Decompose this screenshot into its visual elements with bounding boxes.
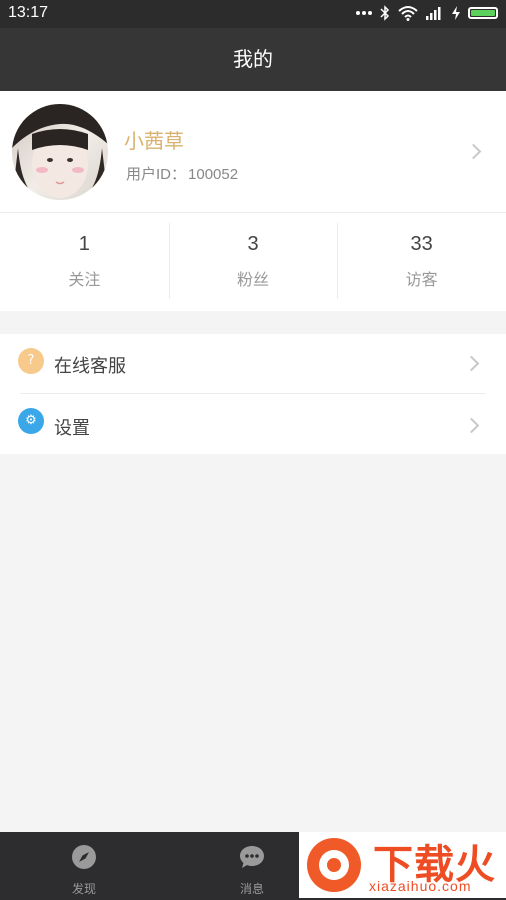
avatar[interactable]: [12, 104, 108, 200]
user-id: 用户ID： 100052: [124, 163, 238, 184]
stats-row: 1 关注 3 粉丝 33 访客: [0, 213, 506, 311]
stat-fans[interactable]: 3 粉丝: [168, 213, 338, 311]
stat-value: 33: [410, 233, 433, 255]
menu-item-customer-service[interactable]: ? 在线客服: [0, 334, 506, 394]
tab-discover[interactable]: 发现: [0, 832, 168, 900]
stat-value: 1: [78, 233, 90, 255]
gear-icon: ⚙: [18, 408, 44, 434]
menu-item-settings[interactable]: ⚙ 设置: [0, 394, 506, 454]
wifi-icon: [398, 6, 418, 21]
menu-list: ? 在线客服 ⚙ 设置: [0, 334, 506, 454]
menu-item-label: 设置: [54, 418, 90, 439]
chat-bubble-icon: [240, 846, 264, 868]
profile-card[interactable]: 小茜草 用户ID： 100052: [0, 91, 506, 213]
bluetooth-icon: [380, 5, 390, 21]
question-icon: ?: [18, 348, 44, 374]
compass-icon: [72, 845, 96, 869]
menu-item-label: 在线客服: [54, 356, 126, 377]
user-id-label: 用户ID：: [126, 166, 187, 183]
status-bar: 13:17: [0, 0, 506, 28]
status-icons: [356, 5, 498, 21]
signal-icon: [426, 7, 441, 20]
charging-icon: [452, 6, 460, 20]
stat-visitors[interactable]: 33 访客: [337, 213, 506, 311]
status-time: 13:17: [8, 4, 49, 21]
watermark-banner: 下载火 xiazaihuo.com: [299, 832, 506, 898]
stat-value: 3: [247, 233, 259, 255]
banner-subtitle: xiazaihuo.com: [369, 878, 472, 894]
tab-label: 发现: [71, 882, 96, 896]
stat-label: 访客: [405, 270, 438, 289]
flame-logo-icon: [307, 838, 361, 892]
stat-label: 关注: [68, 270, 101, 289]
avatar-image: [12, 104, 108, 200]
stat-following[interactable]: 1 关注: [0, 213, 169, 311]
user-id-value: 100052: [188, 166, 239, 183]
battery-icon: [468, 7, 498, 19]
chevron-right-icon: [465, 143, 482, 160]
more-dots-icon: [356, 11, 372, 15]
user-name: 小茜草: [124, 129, 184, 153]
chevron-right-icon: [463, 355, 480, 372]
chevron-right-icon: [463, 417, 480, 434]
stat-label: 粉丝: [237, 270, 270, 289]
page-title: 我的: [0, 28, 506, 91]
